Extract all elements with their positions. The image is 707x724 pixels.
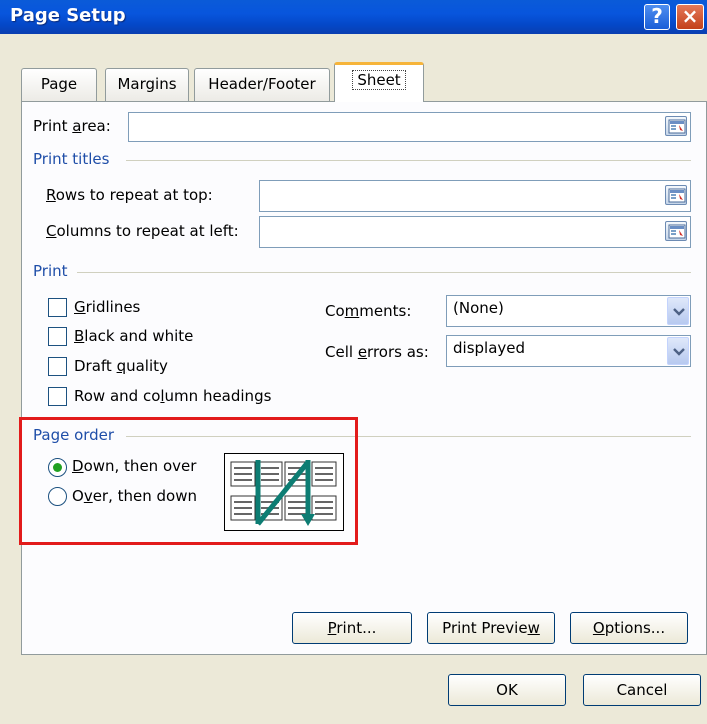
columns-to-repeat-label: Columns to repeat at left: <box>46 222 239 240</box>
tab-header-footer[interactable]: Header/Footer <box>194 68 330 101</box>
comments-value: (None) <box>453 299 504 317</box>
cell-errors-label: Cell errors as: <box>325 343 429 361</box>
tab-label: Header/Footer <box>208 75 316 93</box>
cell-errors-value: displayed <box>453 339 526 357</box>
comments-label: Comments: <box>325 302 412 320</box>
tab-sheet[interactable]: Sheet <box>334 62 424 102</box>
gridlines-checkbox[interactable] <box>48 298 67 317</box>
tab-label: Margins <box>117 75 177 93</box>
print-heading: Print <box>33 262 68 280</box>
help-icon[interactable]: ? <box>644 4 670 30</box>
gridlines-label: Gridlines <box>74 298 141 316</box>
tab-margins[interactable]: Margins <box>105 68 189 101</box>
black-and-white-checkbox[interactable] <box>48 327 67 346</box>
cell-errors-dropdown[interactable]: displayed <box>446 335 691 367</box>
tab-label: Sheet <box>352 70 406 90</box>
print-area-label: Print area: <box>33 117 111 135</box>
draft-quality-checkbox[interactable] <box>48 357 67 376</box>
print-titles-heading: Print titles <box>33 150 110 168</box>
print-button[interactable]: Print... <box>292 612 412 644</box>
ok-button[interactable]: OK <box>448 674 566 706</box>
collapse-dialog-icon[interactable] <box>665 185 687 205</box>
page-setup-dialog: Page Setup ? × Page Margins Header/Foote… <box>0 0 707 724</box>
group-divider <box>126 160 691 161</box>
collapse-dialog-icon[interactable] <box>665 116 687 136</box>
comments-dropdown[interactable]: (None) <box>446 295 691 327</box>
columns-to-repeat-input[interactable] <box>259 216 691 248</box>
collapse-dialog-icon[interactable] <box>665 221 687 241</box>
close-icon[interactable]: × <box>676 4 704 30</box>
row-column-headings-label: Row and column headings <box>74 387 272 405</box>
dialog-title: Page Setup <box>10 5 126 26</box>
draft-quality-label: Draft quality <box>74 357 168 375</box>
group-divider <box>77 272 691 273</box>
black-and-white-label: Black and white <box>74 327 194 345</box>
title-bar: Page Setup ? × <box>0 0 707 34</box>
dropdown-arrow-icon[interactable] <box>667 297 689 325</box>
tab-page[interactable]: Page <box>21 68 97 101</box>
row-column-headings-checkbox[interactable] <box>48 387 67 406</box>
page-order-highlight <box>19 417 358 545</box>
cancel-button[interactable]: Cancel <box>583 674 701 706</box>
dropdown-arrow-icon[interactable] <box>667 337 689 365</box>
print-preview-button[interactable]: Print Preview <box>427 612 555 644</box>
options-button[interactable]: Options... <box>570 612 688 644</box>
rows-to-repeat-input[interactable] <box>259 180 691 212</box>
print-area-input[interactable] <box>128 112 691 142</box>
rows-to-repeat-label: Rows to repeat at top: <box>46 186 213 204</box>
tab-label: Page <box>40 75 78 93</box>
